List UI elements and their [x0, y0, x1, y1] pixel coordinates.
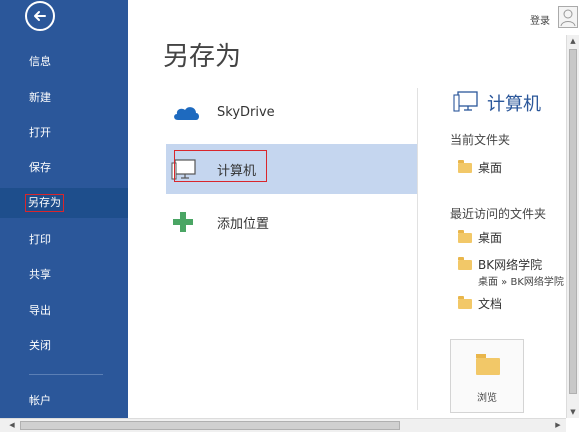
location-add-place[interactable]: 添加位置 — [166, 197, 417, 247]
location-skydrive[interactable]: SkyDrive — [166, 87, 417, 137]
location-add-place-label: 添加位置 — [217, 216, 270, 232]
vertical-scroll-thumb[interactable] — [569, 49, 577, 394]
browse-button[interactable]: 浏览 — [450, 339, 524, 413]
horizontal-scroll-thumb[interactable] — [20, 421, 400, 430]
backstage-sidebar: 信息 新建 打开 保存 另存为 打印 共享 导出 关闭 帐户 — [0, 0, 128, 418]
nav-divider — [29, 374, 103, 375]
nav-item-new[interactable]: 新建 — [0, 83, 128, 113]
back-arrow-icon — [34, 11, 46, 21]
back-button[interactable] — [25, 1, 55, 31]
panel-divider — [417, 88, 418, 410]
cloud-icon — [171, 103, 205, 121]
folder-icon — [458, 229, 472, 243]
recent-folders-heading: 最近访问的文件夹 — [450, 207, 547, 221]
nav-item-account[interactable]: 帐户 — [0, 386, 128, 416]
vertical-scrollbar[interactable]: ▲ ▼ — [566, 35, 579, 418]
user-icon — [560, 9, 576, 27]
scroll-right-icon[interactable]: ▶ — [552, 419, 564, 432]
location-computer[interactable]: 计算机 — [166, 144, 417, 194]
recent-folder-desktop[interactable]: 桌面 — [458, 229, 502, 246]
nav-item-save-as[interactable]: 另存为 — [0, 188, 128, 218]
nav-item-open[interactable]: 打开 — [0, 118, 128, 148]
folder-label: 桌面 — [478, 231, 503, 245]
folder-subpath: 桌面 » BK网络学院 — [478, 277, 564, 288]
selection-highlight-box — [174, 150, 267, 182]
current-folder-heading: 当前文件夹 — [450, 133, 511, 147]
horizontal-scrollbar[interactable]: ◀ ▶ — [0, 418, 566, 432]
folder-label: 文档 — [478, 297, 503, 311]
computer-icon — [453, 89, 479, 117]
nav-item-save-as-label: 另存为 — [25, 194, 64, 212]
login-link[interactable]: 登录 — [530, 12, 550, 27]
scroll-left-icon[interactable]: ◀ — [6, 419, 18, 432]
nav-item-print[interactable]: 打印 — [0, 225, 128, 255]
folder-icon — [458, 295, 472, 309]
recent-folder-bk[interactable]: BK网络学院 — [458, 256, 542, 273]
nav-item-close[interactable]: 关闭 — [0, 331, 128, 361]
right-panel-title: 计算机 — [487, 94, 541, 115]
current-folder-desktop[interactable]: 桌面 — [458, 159, 502, 176]
folder-label: 桌面 — [478, 161, 503, 175]
page-title: 另存为 — [163, 42, 242, 72]
avatar[interactable] — [558, 6, 578, 28]
folder-label: BK网络学院 — [478, 258, 543, 272]
location-skydrive-label: SkyDrive — [217, 104, 275, 120]
plus-icon — [171, 210, 205, 234]
scroll-down-icon[interactable]: ▼ — [567, 406, 579, 418]
open-folder-icon — [476, 354, 500, 375]
recent-folder-documents[interactable]: 文档 — [458, 295, 502, 312]
nav-item-share[interactable]: 共享 — [0, 260, 128, 290]
browse-label: 浏览 — [477, 393, 497, 404]
nav-item-export[interactable]: 导出 — [0, 296, 128, 326]
nav-item-info[interactable]: 信息 — [0, 47, 128, 77]
folder-icon — [458, 159, 472, 173]
nav-item-save[interactable]: 保存 — [0, 153, 128, 183]
scroll-up-icon[interactable]: ▲ — [567, 35, 579, 47]
folder-icon — [458, 256, 472, 270]
